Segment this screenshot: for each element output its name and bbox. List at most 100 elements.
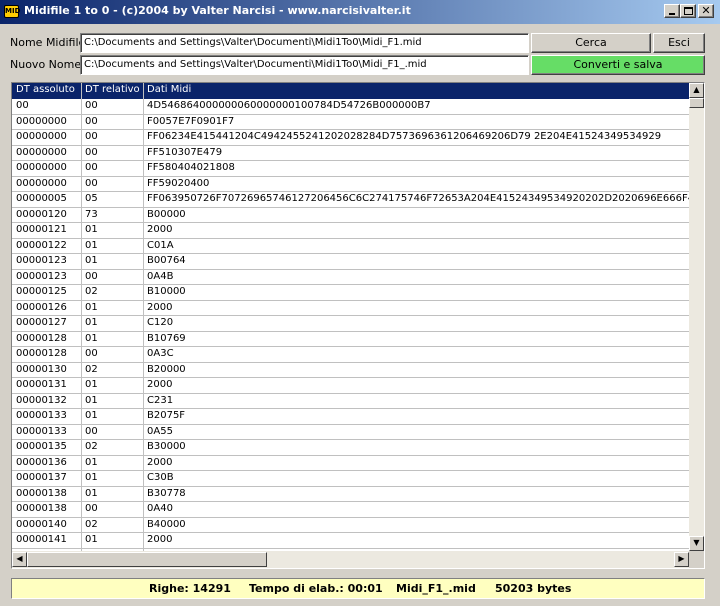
cell-dt-relative: 05 bbox=[85, 193, 98, 204]
exit-button[interactable]: Esci bbox=[653, 33, 705, 53]
vertical-scroll-thumb[interactable] bbox=[689, 98, 704, 108]
table-row[interactable]: 00000005 05 FF063950726F707269657461272064… bbox=[12, 192, 689, 208]
maximize-icon bbox=[684, 7, 693, 15]
cell-midi-data: 2000 bbox=[147, 379, 173, 390]
cell-dt-relative: 01 bbox=[85, 410, 98, 421]
cell-dt-relative: 01 bbox=[85, 456, 98, 468]
table-row[interactable]: 00000000 00 F0057E7F0901F7 bbox=[12, 115, 689, 130]
table-row[interactable]: 00000132 01 C231 bbox=[12, 394, 689, 409]
scroll-left-icon[interactable]: ◀ bbox=[12, 552, 27, 567]
minimize-icon bbox=[669, 13, 675, 15]
cell-dt-relative: 02 bbox=[85, 441, 98, 452]
horizontal-scroll-thumb[interactable] bbox=[27, 552, 267, 567]
table-row[interactable]: 00000138 00 0A40 bbox=[12, 502, 689, 518]
table-row[interactable]: 00000125 02 B10000 bbox=[12, 285, 689, 301]
cell-midi-data: B30000 bbox=[147, 441, 186, 452]
table-row[interactable]: 00000136 01 2000 bbox=[12, 456, 689, 471]
table-row[interactable]: 00000135 02 B30000 bbox=[12, 440, 689, 456]
cell-midi-data: 2000 bbox=[147, 456, 173, 468]
cell-midi-data: 0A3C bbox=[147, 348, 174, 359]
cell-midi-data: B00000 bbox=[147, 208, 186, 220]
scroll-up-icon[interactable]: ▲ bbox=[689, 83, 704, 98]
output-file-label: Nuovo Nome bbox=[10, 58, 82, 71]
convert-save-button[interactable]: Converti e salva bbox=[531, 55, 705, 75]
close-button[interactable]: ✕ bbox=[698, 4, 714, 18]
cell-midi-data: FF510307E479 bbox=[147, 146, 223, 158]
input-file-field[interactable]: C:\Documents and Settings\Valter\Documen… bbox=[80, 33, 529, 53]
close-icon: ✕ bbox=[701, 4, 711, 17]
cell-dt-relative: 00 bbox=[85, 115, 98, 127]
cell-dt-absolute: 00000005 bbox=[16, 193, 67, 204]
cell-dt-relative: 01 bbox=[85, 394, 98, 406]
table-row[interactable]: 00000000 00 FF59020400 bbox=[12, 177, 689, 192]
table-row[interactable]: 00000000 00 FF06234E415441204C494245524120… bbox=[12, 130, 689, 146]
cell-dt-relative: 00 bbox=[85, 503, 98, 514]
cell-midi-data: B40000 bbox=[147, 518, 186, 530]
scrollbar-corner bbox=[689, 551, 704, 568]
table-row[interactable]: 00000128 01 B10769 bbox=[12, 332, 689, 347]
scroll-down-icon[interactable]: ▼ bbox=[689, 536, 704, 551]
title-bar[interactable]: MID Midifile 1 to 0 - (c)2004 by Valter … bbox=[0, 0, 720, 24]
table-row[interactable]: 00000126 01 2000 bbox=[12, 301, 689, 316]
cell-dt-relative: 01 bbox=[85, 379, 98, 390]
minimize-button[interactable] bbox=[664, 4, 680, 18]
column-divider bbox=[81, 83, 82, 551]
table-row[interactable]: 00000133 01 B2075F bbox=[12, 409, 689, 425]
table-row[interactable]: 00000131 01 2000 bbox=[12, 378, 689, 394]
cell-dt-relative: 01 bbox=[85, 301, 98, 313]
table-row[interactable]: 00000127 01 C120 bbox=[12, 316, 689, 332]
table-row[interactable]: 00000138 01 B30778 bbox=[12, 487, 689, 502]
table-row[interactable]: 00000120 73 B00000 bbox=[12, 208, 689, 223]
cell-midi-data: B00764 bbox=[147, 255, 186, 266]
cell-dt-relative: 02 bbox=[85, 518, 98, 530]
cell-midi-data: C30B bbox=[147, 472, 174, 483]
cell-dt-absolute: 00000133 bbox=[16, 410, 67, 421]
table-row[interactable]: 00000123 00 0A4B bbox=[12, 270, 689, 285]
cell-midi-data: FF06234E415441204C4942455241202028284D75… bbox=[147, 131, 662, 142]
cell-dt-relative: 01 bbox=[85, 534, 98, 545]
cell-dt-relative: 01 bbox=[85, 255, 98, 266]
scroll-right-icon[interactable]: ▶ bbox=[674, 552, 689, 567]
maximize-button[interactable] bbox=[680, 4, 696, 18]
horizontal-scrollbar[interactable]: ◀ ▶ bbox=[12, 551, 689, 568]
cell-midi-data: B10000 bbox=[147, 286, 186, 297]
table-row[interactable]: 00000137 01 C30B bbox=[12, 471, 689, 487]
cell-dt-absolute: 00000126 bbox=[16, 301, 67, 313]
cell-dt-relative: 00 bbox=[85, 177, 98, 189]
cell-dt-absolute: 00000000 bbox=[16, 177, 67, 189]
table-row[interactable]: 00000130 02 B20000 bbox=[12, 363, 689, 378]
cell-dt-absolute: 00000137 bbox=[16, 472, 67, 483]
midi-events-grid[interactable]: DT assoluto DT relativo Dati Midi 00 00 4D… bbox=[11, 82, 705, 569]
header-midi-data[interactable]: Dati Midi bbox=[147, 84, 191, 95]
table-row[interactable]: 00000141 01 2000 bbox=[12, 533, 689, 549]
browse-button[interactable]: Cerca bbox=[531, 33, 651, 53]
cell-dt-absolute: 00000123 bbox=[16, 270, 67, 282]
cell-dt-absolute: 00000131 bbox=[16, 379, 67, 390]
header-dt-relative[interactable]: DT relativo bbox=[85, 84, 140, 95]
cell-dt-absolute: 00000000 bbox=[16, 131, 67, 142]
cell-dt-relative: 00 bbox=[85, 162, 98, 173]
table-row[interactable]: 00000121 01 2000 bbox=[12, 223, 689, 239]
table-row[interactable]: 00 00 4D546864000000060000000100784D54726B… bbox=[12, 99, 689, 115]
app-icon[interactable]: MID bbox=[4, 5, 20, 18]
table-row[interactable]: 00000133 00 0A55 bbox=[12, 425, 689, 440]
cell-dt-relative: 01 bbox=[85, 472, 98, 483]
grid-body: 00 00 4D546864000000060000000100784D54726B… bbox=[12, 99, 689, 551]
table-row[interactable]: 00000000 00 FF510307E479 bbox=[12, 146, 689, 161]
cell-midi-data: FF59020400 bbox=[147, 177, 210, 189]
table-row[interactable]: 00000000 00 FF580404021808 bbox=[12, 161, 689, 177]
cell-dt-absolute: 00000128 bbox=[16, 332, 67, 344]
cell-dt-absolute: 00000133 bbox=[16, 425, 67, 437]
cell-dt-absolute: 00000132 bbox=[16, 394, 67, 406]
cell-dt-absolute: 00000136 bbox=[16, 456, 67, 468]
cell-dt-relative: 00 bbox=[85, 270, 98, 282]
table-row[interactable]: 00000140 02 B40000 bbox=[12, 518, 689, 533]
output-file-field[interactable]: C:\Documents and Settings\Valter\Documen… bbox=[80, 55, 529, 75]
table-row[interactable]: 00000122 01 C01A bbox=[12, 239, 689, 254]
cell-dt-relative: 01 bbox=[85, 317, 98, 328]
table-row[interactable]: 00000128 00 0A3C bbox=[12, 347, 689, 363]
cell-dt-absolute: 00000125 bbox=[16, 286, 67, 297]
vertical-scrollbar[interactable]: ▲ ▼ bbox=[689, 83, 704, 551]
table-row[interactable]: 00000123 01 B00764 bbox=[12, 254, 689, 270]
header-dt-absolute[interactable]: DT assoluto bbox=[16, 84, 75, 95]
